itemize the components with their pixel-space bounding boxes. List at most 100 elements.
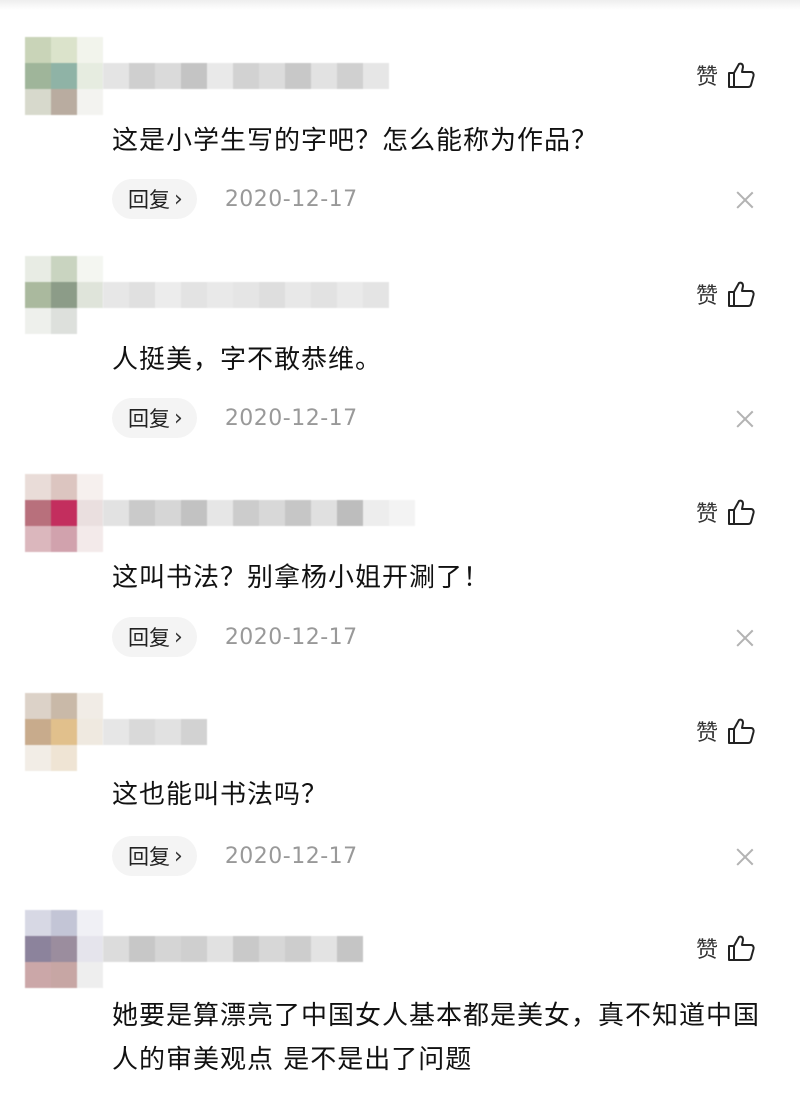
avatar-pixel: [77, 719, 103, 745]
reply-button[interactable]: 回复 ›: [112, 836, 197, 876]
username-blurred[interactable]: [103, 500, 415, 526]
username-pixel: [337, 63, 363, 89]
username-blurred[interactable]: [103, 936, 363, 962]
chevron-right-icon: ›: [174, 624, 183, 650]
comment-text: 这是小学生写的字吧？怎么能称为作品？: [112, 126, 599, 156]
username-pixel: [389, 500, 415, 526]
comment-text: 她要是算漂亮了中国女人基本都是美女，真不知道中国人的审美观点 是不是出了问题: [112, 1001, 761, 1075]
avatar-pixel: [77, 89, 103, 115]
username-pixel: [207, 63, 233, 89]
username-pixel: [103, 500, 129, 526]
avatar-pixel: [25, 719, 51, 745]
avatar-pixel: [25, 910, 51, 936]
avatar-pixel: [77, 474, 103, 500]
comment-meta: 回复 › 2020-12-17: [112, 179, 358, 219]
like-button[interactable]: 赞: [696, 59, 756, 91]
avatar-pixel: [25, 308, 51, 334]
avatar-pixel: [51, 474, 77, 500]
like-label: 赞: [695, 502, 718, 527]
like-button[interactable]: 赞: [696, 496, 756, 528]
previous-comment-edge: [0, 0, 800, 10]
username-blurred[interactable]: [103, 63, 389, 89]
username-pixel: [337, 282, 363, 308]
username-pixel: [311, 500, 337, 526]
avatar-pixel: [51, 37, 77, 63]
like-label: 赞: [695, 65, 718, 90]
comment-date: 2020-12-17: [224, 624, 358, 650]
avatar-pixel: [25, 256, 51, 282]
avatar-pixel: [51, 719, 77, 745]
avatar-pixel: [25, 474, 51, 500]
username-pixel: [155, 500, 181, 526]
like-button[interactable]: 赞: [696, 278, 756, 310]
avatar-pixel: [51, 282, 77, 308]
username-pixel: [181, 63, 207, 89]
reply-button[interactable]: 回复 ›: [112, 179, 197, 219]
username-blurred[interactable]: [103, 719, 207, 745]
username-pixel: [129, 936, 155, 962]
username-pixel: [103, 719, 129, 745]
close-icon[interactable]: [735, 190, 755, 210]
username-pixel: [233, 936, 259, 962]
avatar-pixel: [77, 256, 103, 282]
close-icon[interactable]: [735, 409, 755, 429]
avatar-pixel: [51, 63, 77, 89]
close-icon[interactable]: [735, 847, 755, 867]
avatar-pixel: [77, 500, 103, 526]
username-pixel: [285, 63, 311, 89]
comment-meta: 回复 › 2020-12-17: [112, 617, 358, 657]
username-pixel: [311, 63, 337, 89]
avatar-pixel: [51, 526, 77, 552]
username-pixel: [259, 282, 285, 308]
avatar[interactable]: [25, 37, 103, 115]
avatar[interactable]: [25, 256, 103, 334]
reply-button[interactable]: 回复 ›: [112, 398, 197, 438]
username-pixel: [103, 936, 129, 962]
avatar-pixel: [77, 745, 103, 771]
avatar-pixel: [25, 37, 51, 63]
reply-label: 回复: [128, 845, 170, 869]
avatar-pixel: [25, 745, 51, 771]
avatar-pixel: [51, 89, 77, 115]
comment-feed: 赞 这是小学生写的字吧？怎么能称为作品？ 回复 › 2020-12-17 赞 人…: [0, 0, 800, 1099]
avatar-pixel: [25, 526, 51, 552]
comment-meta: 回复 › 2020-12-17: [112, 836, 358, 876]
thumbs-up-icon: [728, 62, 755, 88]
reply-button[interactable]: 回复 ›: [112, 617, 197, 657]
username-pixel: [337, 500, 363, 526]
username-pixel: [259, 500, 285, 526]
avatar-pixel: [51, 693, 77, 719]
like-button[interactable]: 赞: [696, 932, 756, 964]
avatar[interactable]: [25, 910, 103, 988]
thumbs-up-icon: [728, 281, 755, 307]
username-pixel: [129, 500, 155, 526]
username-pixel: [181, 500, 207, 526]
avatar-pixel: [77, 936, 103, 962]
comment-text: 人挺美，字不敢恭维。: [112, 345, 383, 375]
username-pixel: [129, 63, 155, 89]
username-pixel: [363, 282, 389, 308]
close-icon[interactable]: [735, 628, 755, 648]
username-pixel: [181, 936, 207, 962]
reply-label: 回复: [128, 188, 170, 212]
like-button[interactable]: 赞: [696, 715, 756, 747]
comment-date: 2020-12-17: [224, 405, 358, 431]
avatar-pixel: [51, 910, 77, 936]
username-pixel: [181, 719, 207, 745]
username-pixel: [207, 936, 233, 962]
username-pixel: [337, 936, 363, 962]
avatar-pixel: [51, 308, 77, 334]
comment-meta: 回复 › 2020-12-17: [112, 398, 358, 438]
avatar[interactable]: [25, 474, 103, 552]
username-pixel: [363, 63, 389, 89]
chevron-right-icon: ›: [174, 186, 183, 212]
thumbs-up-icon: [728, 935, 755, 961]
avatar-pixel: [51, 745, 77, 771]
chevron-right-icon: ›: [174, 405, 183, 431]
avatar-pixel: [77, 910, 103, 936]
username-blurred[interactable]: [103, 282, 389, 308]
username-pixel: [207, 500, 233, 526]
avatar[interactable]: [25, 693, 103, 771]
username-pixel: [363, 500, 389, 526]
avatar-pixel: [25, 936, 51, 962]
